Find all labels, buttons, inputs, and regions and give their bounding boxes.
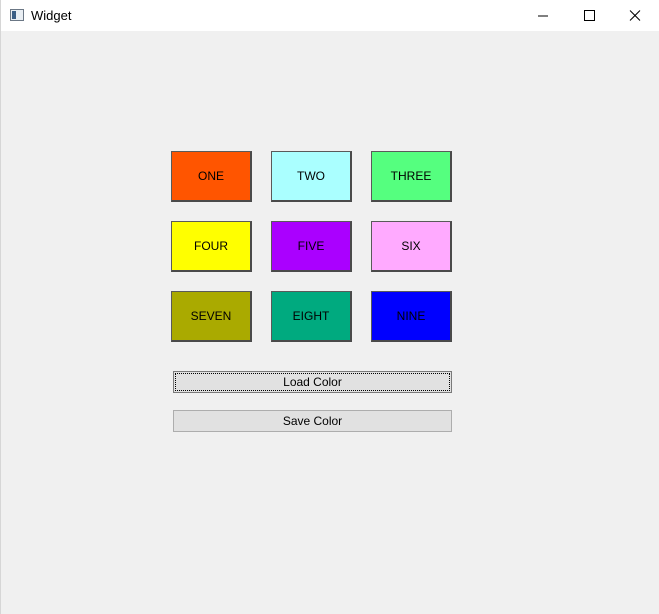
close-button[interactable] [612,0,658,31]
minimize-button[interactable] [520,0,566,31]
title-bar[interactable]: Widget [1,0,659,31]
minimize-icon [538,15,548,17]
maximize-button[interactable] [566,0,612,31]
window-title: Widget [31,8,72,23]
color-button-five[interactable]: FIVE [271,221,352,272]
color-button-four[interactable]: FOUR [171,221,252,272]
color-button-six[interactable]: SIX [371,221,452,272]
color-button-two[interactable]: TWO [271,151,352,202]
main-window: Widget ONE TWO THREE FOUR FIVE SIX SEVEN… [0,0,659,614]
color-button-nine[interactable]: NINE [371,291,452,342]
save-color-button[interactable]: Save Color [173,410,452,432]
close-icon [629,10,641,21]
color-button-seven[interactable]: SEVEN [171,291,252,342]
load-color-button[interactable]: Load Color [173,371,452,393]
color-button-one[interactable]: ONE [171,151,252,202]
app-window-icon [10,9,24,21]
color-button-three[interactable]: THREE [371,151,452,202]
color-button-eight[interactable]: EIGHT [271,291,352,342]
maximize-icon [584,10,595,21]
